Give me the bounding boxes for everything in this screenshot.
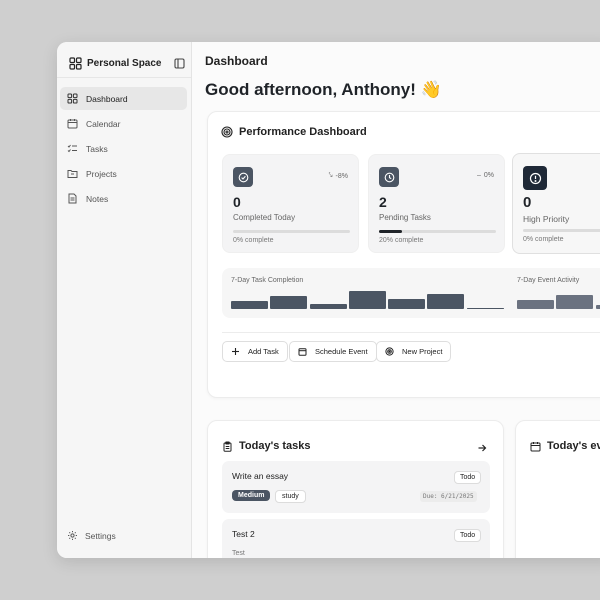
sidebar-item-label: Dashboard (86, 93, 128, 104)
trend-badge: –0% (477, 172, 494, 179)
stat-label: Completed Today (233, 213, 296, 222)
category-tag: study (275, 490, 306, 503)
events-header: Today's eve (530, 440, 600, 452)
stat-label: High Priority (523, 214, 570, 224)
greeting-heading: Good afternoon, Anthony! 👋 (205, 80, 442, 99)
chart-bar (270, 296, 307, 309)
workspace-name: Personal Space (87, 57, 162, 69)
page-title: Dashboard (205, 54, 268, 68)
chart-bar (556, 295, 593, 309)
sidebar-item-calendar[interactable]: Calendar (60, 112, 187, 135)
trend-value: 0% (483, 172, 494, 179)
sidebar-item-settings[interactable]: Settings (67, 530, 116, 541)
schedule-event-button[interactable]: Schedule Event (289, 341, 377, 362)
sidebar-item-label: Calendar (86, 118, 121, 129)
sidebar-item-dashboard[interactable]: Dashboard (60, 87, 187, 110)
alert-circle-icon (523, 166, 547, 190)
progress-bar (379, 230, 496, 233)
sidebar-item-notes[interactable]: Notes (60, 187, 187, 210)
tasks-header: Today's tasks (222, 440, 311, 452)
stat-card-completed[interactable]: ⤥ -8% 0 Completed Today 0% complete (222, 154, 359, 253)
clock-icon (379, 167, 399, 187)
sidebar-item-label: Projects (86, 168, 117, 179)
stat-value: 2 (379, 194, 387, 210)
performance-card: Performance Dashboard ⤥ -8% 0 Completed T… (207, 111, 600, 398)
events-title: Today's eve (547, 440, 600, 452)
chart-bar (427, 294, 464, 309)
section-divider (222, 332, 600, 333)
sidebar-divider (57, 77, 191, 78)
sidebar-nav: Dashboard Calendar Tasks Projects Notes (60, 87, 187, 212)
trend-down-icon: ⤥ (328, 172, 333, 179)
calendar-icon (530, 441, 541, 451)
sidebar-item-projects[interactable]: Projects (60, 162, 187, 185)
button-label: New Project (402, 347, 443, 356)
task-item[interactable]: Test 2 Todo Test (222, 519, 490, 558)
sidebar: Personal Space Dashboard Calendar Tasks … (57, 42, 192, 558)
stat-value: 0 (233, 194, 241, 210)
stat-card-high-priority[interactable]: 0 High Priority 0% complete (512, 153, 600, 254)
add-task-button[interactable]: Add Task (222, 341, 288, 362)
tasks-title: Today's tasks (239, 440, 311, 452)
progress-bar (523, 229, 600, 232)
chart-bar (467, 308, 504, 309)
trend-value: -8% (335, 172, 348, 180)
calendar-icon (298, 348, 307, 356)
trend-badge: ⤥ -8% (329, 172, 348, 180)
settings-label: Settings (85, 530, 116, 541)
progress-fill (379, 230, 403, 233)
chart-bar (349, 291, 386, 309)
weekly-charts: 7-Day Task Completion 7-Day Event Activi… (222, 268, 600, 318)
plus-icon (232, 348, 239, 355)
progress-text: 0% complete (233, 237, 274, 244)
sidebar-item-label: Notes (86, 193, 109, 204)
stat-label: Pending Tasks (379, 213, 431, 222)
gear-icon (68, 531, 77, 540)
due-date: Due: 6/21/2025 (420, 491, 477, 502)
target-icon (221, 126, 233, 138)
stat-value: 0 (523, 194, 532, 211)
workspace-switcher[interactable]: Personal Space (69, 55, 185, 71)
sidebar-item-tasks[interactable]: Tasks (60, 137, 187, 160)
clipboard-icon (223, 441, 232, 452)
status-badge[interactable]: Todo (454, 471, 482, 484)
task-title: Write an essay (232, 471, 289, 481)
sidebar-toggle-icon[interactable] (174, 57, 185, 69)
todays-tasks-card: Today's tasks Write an essay Todo Medium… (207, 420, 504, 558)
calendar-icon (67, 119, 78, 129)
grid-icon (67, 93, 78, 104)
performance-title: Performance Dashboard (221, 126, 367, 138)
checklist-icon (67, 144, 77, 153)
stat-card-pending[interactable]: –0% 2 Pending Tasks 20% complete (368, 154, 505, 253)
priority-tag: Medium (232, 490, 271, 501)
chart-bar (310, 304, 347, 309)
trend-neutral-icon: – (476, 172, 481, 179)
new-project-button[interactable]: New Project (376, 341, 452, 362)
main-content: Dashboard Good afternoon, Anthony! 👋 Per… (193, 42, 600, 558)
app-window: Personal Space Dashboard Calendar Tasks … (57, 42, 600, 558)
note-icon (68, 193, 77, 204)
folder-icon (67, 170, 78, 178)
progress-text: 20% complete (379, 237, 424, 244)
button-label: Add Task (248, 347, 279, 356)
check-circle-icon (233, 167, 253, 187)
task-chart-bars (222, 268, 600, 318)
chart-bar (388, 299, 425, 309)
grid-icon (69, 56, 82, 70)
chart-bar (231, 301, 268, 309)
task-description: Test (232, 550, 245, 557)
chart-bar (517, 300, 554, 309)
progress-bar (233, 230, 350, 233)
chart-bar (596, 305, 600, 309)
target-icon (385, 347, 394, 356)
todays-events-card: Today's eve (515, 420, 600, 558)
performance-title-text: Performance Dashboard (239, 126, 367, 138)
arrow-right-icon[interactable] (477, 443, 487, 453)
task-title: Test 2 (232, 529, 255, 539)
task-item[interactable]: Write an essay Todo Medium study Due: 6/… (222, 461, 490, 513)
button-label: Schedule Event (315, 347, 368, 356)
sidebar-item-label: Tasks (86, 143, 108, 154)
status-badge[interactable]: Todo (454, 529, 482, 542)
progress-text: 0% complete (523, 236, 564, 243)
